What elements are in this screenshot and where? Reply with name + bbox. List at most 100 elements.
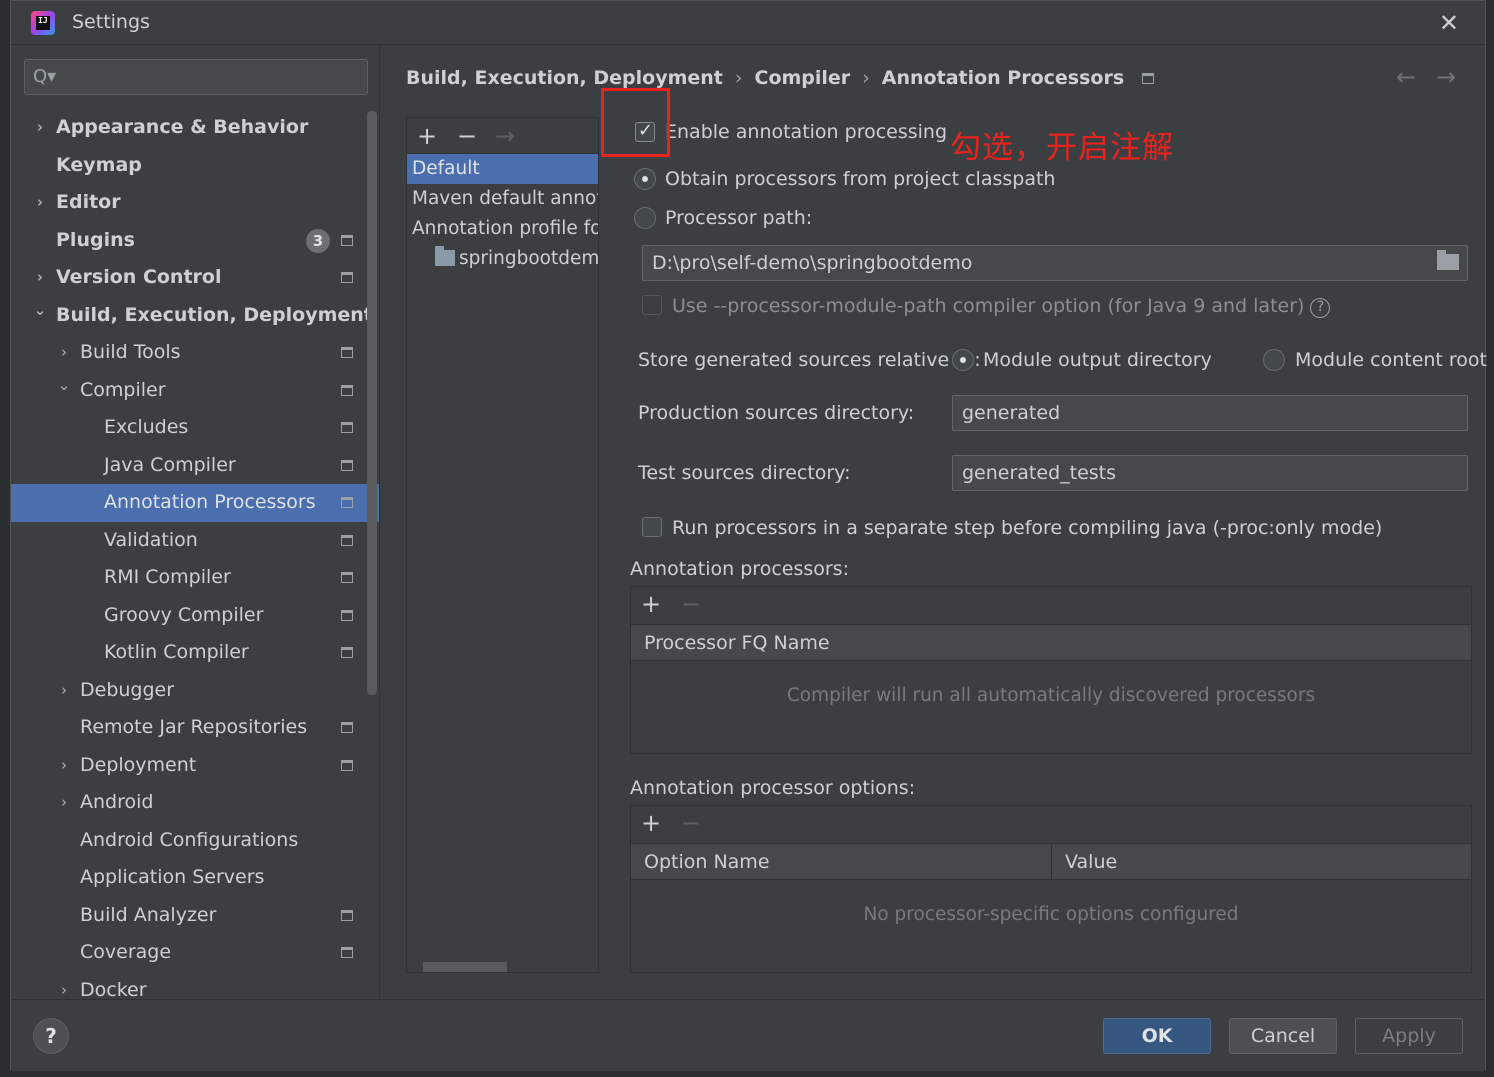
sidebar-item-plugins[interactable]: Plugins 3	[11, 222, 379, 260]
remove-option-icon[interactable]: −	[681, 809, 701, 837]
chevron-down-icon[interactable]: ⌄	[33, 292, 47, 330]
processor-path-field[interactable]: D:\pro\self-demo\springbootdemo	[642, 245, 1468, 281]
project-scope-icon	[341, 759, 353, 771]
module-path-option[interactable]: Use --processor-module-path compiler opt…	[672, 295, 1331, 318]
module-content-root-radio[interactable]	[1263, 349, 1285, 371]
project-scope-icon	[341, 572, 353, 583]
sidebar-item-label: Kotlin Compiler	[104, 641, 249, 663]
profile-module-item[interactable]: springbootdemo	[407, 244, 598, 274]
close-icon[interactable]: ✕	[1439, 9, 1459, 37]
profile-item-default[interactable]: Default	[407, 154, 598, 184]
window-title: Settings	[72, 11, 150, 33]
sidebar-item-appearance-behavior[interactable]: › Appearance & Behavior	[11, 109, 379, 147]
profile-item-springbootdemo[interactable]: Annotation profile for springbootdemo	[407, 214, 598, 244]
profiles-scrollbar[interactable]	[423, 962, 507, 972]
chevron-right-icon[interactable]: ›	[57, 747, 71, 785]
module-path-label: Use --processor-module-path compiler opt…	[672, 295, 1305, 317]
settings-tree: › Appearance & Behavior Keymap › Editor Plugi…	[11, 109, 379, 999]
store-relative-label: Store generated sources relative to:	[638, 349, 981, 371]
processor-path-radio[interactable]	[634, 207, 656, 229]
add-profile-icon[interactable]: +	[417, 122, 437, 150]
options-empty-text: No processor-specific options configured	[863, 904, 1239, 925]
sidebar-item-remote-jar-repositories[interactable]: Remote Jar Repositories	[11, 709, 379, 747]
search-input[interactable]	[61, 64, 361, 90]
sidebar-item-version-control[interactable]: › Version Control	[11, 259, 379, 297]
chevron-right-icon[interactable]: ›	[57, 672, 71, 710]
profile-item-maven[interactable]: Maven default annotation processors prof…	[407, 184, 598, 214]
search-icon: Q▾	[33, 66, 57, 87]
annotation-note: 勾选，开启注解	[950, 130, 1174, 166]
help-icon[interactable]: ?	[1310, 298, 1331, 318]
sidebar-item-excludes[interactable]: Excludes	[11, 409, 379, 447]
module-output-radio[interactable]	[952, 349, 974, 371]
project-scope-icon	[341, 459, 353, 471]
run-separate-step-label[interactable]: Run processors in a separate step before…	[672, 517, 1382, 539]
enable-annotation-label[interactable]: Enable annotation processing	[665, 121, 947, 143]
project-scope-icon	[341, 609, 353, 621]
sidebar-item-coverage[interactable]: Coverage	[11, 934, 379, 972]
project-scope-icon	[341, 909, 353, 921]
move-module-icon[interactable]: →	[495, 122, 515, 150]
sidebar-item-kotlin-compiler[interactable]: Kotlin Compiler	[11, 634, 379, 672]
sidebar-item-android[interactable]: › Android	[11, 784, 379, 822]
remove-profile-icon[interactable]: −	[457, 122, 477, 150]
processor-fq-name-column[interactable]: Processor FQ Name	[631, 625, 1471, 661]
ok-button[interactable]: OK	[1103, 1018, 1211, 1054]
highlight-box	[601, 88, 670, 157]
processors-empty-text: Compiler will run all automatically disc…	[786, 685, 1316, 706]
obtain-classpath-label[interactable]: Obtain processors from project classpath	[665, 168, 1055, 190]
sidebar-item-validation[interactable]: Validation	[11, 522, 379, 560]
browse-folder-icon[interactable]	[1437, 250, 1459, 270]
remove-processor-icon[interactable]: −	[681, 590, 701, 618]
profiles-toolbar: + − →	[407, 118, 598, 154]
add-option-icon[interactable]: +	[641, 809, 661, 837]
module-output-label[interactable]: Module output directory	[983, 349, 1212, 371]
title-bar: IJ Settings ✕	[11, 1, 1485, 45]
sidebar-item-groovy-compiler[interactable]: Groovy Compiler	[11, 597, 379, 635]
obtain-classpath-radio[interactable]	[634, 168, 656, 190]
chevron-down-icon[interactable]: ⌄	[57, 367, 71, 405]
sidebar-item-label: Version Control	[56, 266, 222, 288]
sidebar-item-android-configurations[interactable]: Android Configurations	[11, 822, 379, 860]
option-name-column[interactable]: Option Name	[631, 844, 1051, 880]
value-column[interactable]: Value	[1051, 844, 1471, 880]
test-dir-label: Test sources directory:	[638, 462, 851, 484]
sidebar-item-label: Java Compiler	[104, 453, 236, 476]
sidebar-scrollbar[interactable]	[367, 111, 377, 695]
project-scope-icon	[341, 497, 353, 508]
apply-button[interactable]: Apply	[1355, 1018, 1463, 1054]
settings-search[interactable]: Q▾	[24, 59, 368, 95]
chevron-right-icon[interactable]: ›	[33, 109, 47, 147]
chevron-right-icon[interactable]: ›	[33, 184, 47, 222]
chevron-right-icon[interactable]: ›	[57, 784, 71, 822]
sidebar-item-java-compiler[interactable]: Java Compiler	[11, 447, 379, 485]
processor-path-label[interactable]: Processor path:	[665, 207, 812, 229]
profiles-panel: + − → Default Maven default annotation p…	[406, 117, 599, 973]
sidebar-item-debugger[interactable]: › Debugger	[11, 672, 379, 710]
module-path-checkbox[interactable]	[642, 295, 662, 315]
sidebar-item-label: Application Servers	[80, 866, 265, 888]
sidebar-item-editor[interactable]: › Editor	[11, 184, 379, 222]
settings-dialog: IJ Settings ✕ Q▾ › Appearance & Behavior K…	[10, 0, 1487, 1071]
add-processor-icon[interactable]: +	[641, 590, 661, 618]
sidebar-item-application-servers[interactable]: Application Servers	[11, 859, 379, 897]
cancel-button[interactable]: Cancel	[1229, 1018, 1337, 1054]
sidebar-item-annotation-processors[interactable]: Annotation Processors	[11, 484, 379, 522]
sidebar-item-label: Excludes	[104, 416, 189, 438]
sidebar-item-build-execution-deployment[interactable]: ⌄ Build, Execution, Deployment	[11, 297, 379, 335]
sidebar-item-deployment[interactable]: › Deployment	[11, 747, 379, 785]
sidebar-item-rmi-compiler[interactable]: RMI Compiler	[11, 559, 379, 597]
test-dir-field[interactable]: generated_tests	[952, 455, 1468, 491]
help-button[interactable]: ?	[33, 1018, 69, 1054]
dialog-footer: ? OK Cancel Apply	[11, 999, 1485, 1071]
run-separate-step-checkbox[interactable]	[642, 517, 662, 537]
production-dir-field[interactable]: generated	[952, 395, 1468, 431]
sidebar-item-build-analyzer[interactable]: Build Analyzer	[11, 897, 379, 935]
module-content-root-label[interactable]: Module content root	[1295, 349, 1487, 371]
sidebar-item-compiler[interactable]: ⌄ Compiler	[11, 372, 379, 410]
sidebar-item-docker[interactable]: › Docker	[11, 972, 379, 1000]
sidebar-item-keymap[interactable]: Keymap	[11, 147, 379, 185]
chevron-right-icon[interactable]: ›	[57, 972, 71, 1000]
processors-table-header: Processor FQ Name	[631, 625, 1471, 661]
project-scope-icon	[341, 647, 353, 658]
